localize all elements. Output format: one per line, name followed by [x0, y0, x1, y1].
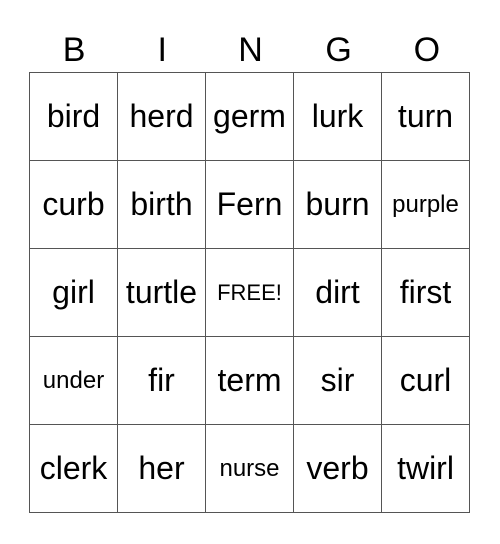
bingo-cell[interactable]: dirt	[293, 248, 382, 337]
bingo-row: clerk her nurse verb twirl	[29, 424, 470, 513]
bingo-cell[interactable]: purple	[381, 160, 470, 249]
bingo-cell[interactable]: turn	[381, 72, 470, 161]
header-letter: B	[62, 31, 86, 69]
bingo-cell[interactable]: bird	[29, 72, 118, 161]
bingo-row: curb birth Fern burn purple	[29, 160, 470, 249]
free-space[interactable]: FREE!	[205, 248, 294, 337]
bingo-cell[interactable]: fir	[117, 336, 206, 425]
bingo-cell[interactable]: clerk	[29, 424, 118, 513]
bingo-cell[interactable]: verb	[293, 424, 382, 513]
bingo-cell[interactable]: her	[117, 424, 206, 513]
header-letter: O	[413, 31, 441, 69]
bingo-cell[interactable]: under	[29, 336, 118, 425]
bingo-cell[interactable]: girl	[29, 248, 118, 337]
bingo-cell[interactable]: twirl	[381, 424, 470, 513]
bingo-cell[interactable]: birth	[117, 160, 206, 249]
bingo-grid: bird herd germ lurk turn curb birth Fern burn pur…	[29, 72, 470, 513]
bingo-cell[interactable]: lurk	[293, 72, 382, 161]
header-letter: N	[238, 31, 263, 69]
bingo-cell[interactable]: first	[381, 248, 470, 337]
bingo-cell[interactable]: herd	[117, 72, 206, 161]
bingo-cell[interactable]: burn	[293, 160, 382, 249]
bingo-row: under fir term sir curl	[29, 336, 470, 425]
bingo-cell[interactable]: sir	[293, 336, 382, 425]
bingo-cell[interactable]: curl	[381, 336, 470, 425]
bingo-row: bird herd germ lurk turn	[29, 72, 470, 161]
bingo-row: girl turtle FREE! dirt first	[29, 248, 470, 337]
bingo-cell[interactable]: turtle	[117, 248, 206, 337]
bingo-cell[interactable]: term	[205, 336, 294, 425]
bingo-cell[interactable]: germ	[205, 72, 294, 161]
bingo-header: BINGO	[30, 28, 471, 72]
bingo-cell[interactable]: nurse	[205, 424, 294, 513]
bingo-cell[interactable]: curb	[29, 160, 118, 249]
header-letter: G	[325, 31, 352, 69]
header-letter: I	[157, 31, 167, 69]
bingo-cell[interactable]: Fern	[205, 160, 294, 249]
